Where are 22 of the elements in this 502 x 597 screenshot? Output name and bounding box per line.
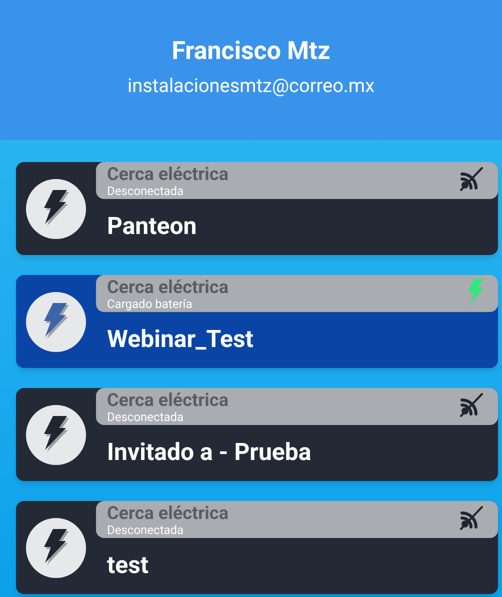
device-name: test [106, 550, 150, 580]
signal-off-icon [458, 392, 484, 418]
device-card[interactable]: Cerca eléctrica Cargado batería Webinar_Test [16, 275, 498, 368]
device-type: Cerca eléctrica [107, 277, 228, 298]
device-name: Webinar_Test [106, 324, 254, 354]
device-name: Invitado a - Prueba [106, 437, 312, 467]
user-name: Francisco Mtz [172, 36, 330, 68]
device-card[interactable]: Cerca eléctrica Desconectada Invitado a - Prueba [16, 388, 498, 481]
device-card[interactable]: Cerca eléctrica Desconectada test [16, 501, 498, 594]
signal-off-icon [458, 166, 484, 192]
device-name: Panteon [106, 211, 198, 241]
device-status: Cargado batería [107, 298, 194, 311]
device-type: Cerca eléctrica [107, 390, 228, 411]
device-status: Desconectada [107, 411, 185, 424]
bolt-icon [466, 279, 484, 305]
device-type: Cerca eléctrica [107, 164, 228, 185]
device-status: Desconectada [107, 524, 185, 537]
device-type: Cerca eléctrica [107, 503, 228, 524]
device-card[interactable]: Cerca eléctrica Desconectada Panteon [16, 162, 498, 255]
device-status: Desconectada [107, 185, 185, 198]
signal-off-icon [458, 505, 484, 531]
user-email: instalacionesmtz@correo.mx [127, 73, 375, 99]
